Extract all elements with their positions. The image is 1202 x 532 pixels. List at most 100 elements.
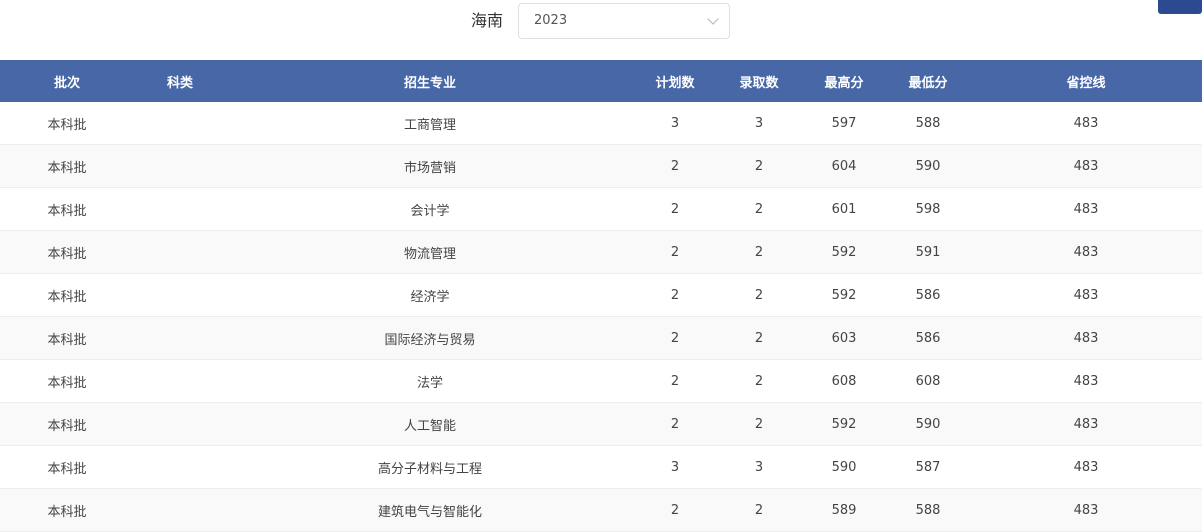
cell-batch: 本科批 [0, 488, 134, 532]
cell-min-score: 587 [886, 445, 970, 489]
cell-plan: 3 [634, 102, 716, 145]
table-row: 本科批 高分子材料与工程 3 3 590 587 483 [0, 445, 1202, 489]
cell-max-score: 592 [802, 273, 886, 317]
cell-batch: 本科批 [0, 230, 134, 274]
cell-category [134, 445, 226, 489]
cell-plan: 2 [634, 187, 716, 231]
cell-admitted: 3 [716, 445, 802, 489]
cell-batch: 本科批 [0, 273, 134, 317]
cell-major: 工商管理 [226, 102, 634, 145]
cell-batch: 本科批 [0, 102, 134, 145]
cell-control-line: 483 [970, 402, 1202, 446]
cell-major: 高分子材料与工程 [226, 445, 634, 489]
cell-category [134, 402, 226, 446]
cell-min-score: 586 [886, 316, 970, 360]
cell-major: 建筑电气与智能化 [226, 488, 634, 532]
cell-major: 国际经济与贸易 [226, 316, 634, 360]
cell-admitted: 2 [716, 359, 802, 403]
cell-min-score: 598 [886, 187, 970, 231]
table-row: 本科批 法学 2 2 608 608 483 [0, 359, 1202, 403]
table-body: 本科批 工商管理 3 3 597 588 483 本科批 市场营销 2 2 604 590 483 本科批会… [0, 102, 1202, 532]
cell-admitted: 3 [716, 102, 802, 145]
cell-max-score: 601 [802, 187, 886, 231]
cell-min-score: 588 [886, 488, 970, 532]
cell-batch: 本科批 [0, 359, 134, 403]
table-row: 本科批 物流管理 2 2 592 591 483 [0, 230, 1202, 274]
table-row: 本科批 会计学 2 2 601 598 483 [0, 187, 1202, 231]
cell-admitted: 2 [716, 402, 802, 446]
cell-min-score: 590 [886, 402, 970, 446]
cell-control-line: 483 [970, 230, 1202, 274]
cell-major: 法学 [226, 359, 634, 403]
cell-batch: 本科批 [0, 187, 134, 231]
cell-max-score: 597 [802, 102, 886, 145]
cell-control-line: 483 [970, 316, 1202, 360]
cell-batch: 本科批 [0, 402, 134, 446]
cell-plan: 2 [634, 230, 716, 274]
chevron-down-icon [707, 13, 719, 25]
cell-plan: 3 [634, 445, 716, 489]
cell-batch: 本科批 [0, 445, 134, 489]
cell-max-score: 590 [802, 445, 886, 489]
cell-batch: 本科批 [0, 144, 134, 188]
cell-max-score: 604 [802, 144, 886, 188]
cell-min-score: 608 [886, 359, 970, 403]
cell-category [134, 144, 226, 188]
cell-control-line: 483 [970, 445, 1202, 489]
year-select[interactable]: 2023 [518, 3, 730, 39]
cell-category [134, 230, 226, 274]
cell-control-line: 483 [970, 144, 1202, 188]
year-select-value: 2023 [534, 13, 568, 28]
table-row: 本科批 人工智能 2 2 592 590 483 [0, 402, 1202, 446]
table-row: 本科批 国际经济与贸易 2 2 603 586 483 [0, 316, 1202, 360]
cell-control-line: 483 [970, 359, 1202, 403]
cell-control-line: 483 [970, 187, 1202, 231]
cell-plan: 2 [634, 359, 716, 403]
cell-plan: 2 [634, 273, 716, 317]
cell-max-score: 589 [802, 488, 886, 532]
cell-plan: 2 [634, 488, 716, 532]
cell-major: 市场营销 [226, 144, 634, 188]
cell-batch: 本科批 [0, 316, 134, 360]
cell-max-score: 603 [802, 316, 886, 360]
cell-admitted: 2 [716, 187, 802, 231]
cell-category [134, 273, 226, 317]
header-max-score: 最高分 [824, 75, 864, 91]
table-row: 本科批 市场营销 2 2 604 590 483 [0, 144, 1202, 188]
cell-admitted: 2 [716, 230, 802, 274]
cell-category [134, 359, 226, 403]
header-major: 招生专业 [403, 75, 456, 91]
cell-category [134, 102, 226, 145]
cell-plan: 2 [634, 402, 716, 446]
header-batch: 批次 [53, 75, 80, 91]
cell-category [134, 187, 226, 231]
admission-score-table: 批次 科类 招生专业 计划数 录取数 最高分 最低分 省控线 本科批 工商管理 3 3… [0, 60, 1202, 532]
cell-category [134, 316, 226, 360]
table-header-row: 批次 科类 招生专业 计划数 录取数 最高分 最低分 省控线 [0, 60, 1202, 102]
cell-category [134, 488, 226, 532]
header-admitted: 录取数 [739, 75, 779, 91]
table-row: 本科批 经济学 2 2 592 586 483 [0, 273, 1202, 317]
header-control-line: 省控线 [1066, 75, 1106, 91]
cell-admitted: 2 [716, 488, 802, 532]
page: 海南 2023 批次 科类 招生专业 计划数 录取数 最高分 最低分 省控线 本… [0, 0, 1202, 532]
table-row: 本科批 工商管理 3 3 597 588 483 [0, 102, 1202, 145]
cell-major: 物流管理 [226, 230, 634, 274]
cell-plan: 2 [634, 316, 716, 360]
cell-max-score: 592 [802, 230, 886, 274]
cell-min-score: 588 [886, 102, 970, 145]
cell-admitted: 2 [716, 144, 802, 188]
cell-control-line: 483 [970, 102, 1202, 145]
header-category: 科类 [166, 75, 193, 91]
cell-admitted: 2 [716, 316, 802, 360]
province-label: 海南 [471, 11, 504, 30]
cell-control-line: 483 [970, 273, 1202, 317]
cell-major: 经济学 [226, 273, 634, 317]
filter-bar: 海南 2023 [0, 0, 1202, 60]
cell-major: 人工智能 [226, 402, 634, 446]
cell-min-score: 586 [886, 273, 970, 317]
cell-plan: 2 [634, 144, 716, 188]
cell-admitted: 2 [716, 273, 802, 317]
cell-min-score: 591 [886, 230, 970, 274]
header-min-score: 最低分 [908, 75, 948, 91]
